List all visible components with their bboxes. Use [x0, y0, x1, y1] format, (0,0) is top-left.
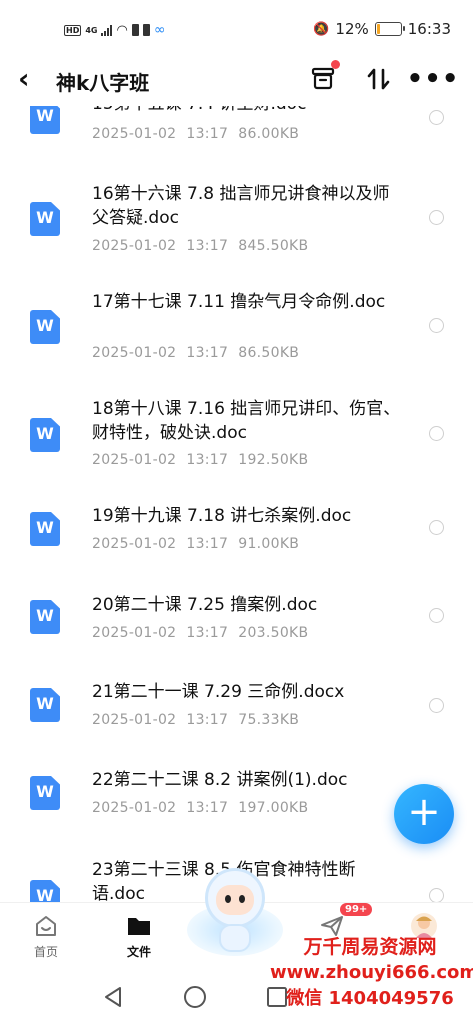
word-doc-icon: W [30, 776, 60, 810]
hd-badge: HD [64, 24, 82, 36]
select-radio[interactable] [429, 888, 444, 902]
file-name: 20第二十课 7.25 撸案例.doc [92, 595, 318, 615]
word-doc-icon: W [30, 310, 60, 344]
watermark-line-2: www.zhouyi666.com [270, 962, 473, 983]
file-meta: 2025-01-02 13:17 197.00KB [92, 800, 309, 816]
messages-badge: 99+ [340, 903, 373, 916]
select-radio[interactable] [429, 698, 444, 713]
archive-button[interactable] [306, 60, 340, 96]
nav-home[interactable]: 首页 [16, 909, 76, 960]
file-name: 17第十七课 7.11 撸杂气月令命例.doc [92, 292, 386, 312]
signal-icon [101, 24, 113, 36]
nav-home-label: 首页 [33, 945, 58, 959]
file-name: 21第二十一课 7.29 三命例.docx [92, 682, 345, 702]
file-meta: 2025-01-02 13:17 86.50KB [92, 345, 300, 361]
watermark-line-1: 万千周易资源网 [303, 936, 437, 958]
sort-button[interactable] [362, 62, 396, 96]
word-doc-icon: W [30, 600, 60, 634]
watermark: 万千周易资源网 www.zhouyi666.com 微信 1404049576 [270, 934, 473, 1012]
home-icon [36, 916, 56, 936]
word-doc-icon: W [30, 418, 60, 452]
assistant-mascot[interactable] [187, 868, 283, 960]
word-doc-icon: W [30, 688, 60, 722]
select-radio[interactable] [429, 210, 444, 225]
file-meta: 2025-01-02 13:17 203.50KB [92, 625, 309, 641]
list-item[interactable]: W 17第十七课 7.11 撸杂气月令命例.doc 2025-01-02 13:1… [0, 284, 473, 392]
sim-battery-icon-2 [142, 24, 150, 36]
nav-files-label: 文件 [126, 945, 151, 959]
file-meta: 2025-01-02 13:17 91.00KB [92, 536, 300, 552]
file-meta: 2025-01-02 13:17 192.50KB [92, 452, 309, 468]
select-radio[interactable] [429, 520, 444, 535]
status-left: HD 4G ◠ ∞ [64, 22, 166, 38]
mute-bell-icon: 🔕 [313, 21, 330, 37]
network-type: 4G [85, 25, 98, 35]
file-name: 19第十九课 7.18 讲七杀案例.doc [92, 506, 352, 526]
select-radio[interactable] [429, 608, 444, 623]
page-title: 神k八字班 [56, 71, 150, 95]
notification-dot [331, 60, 340, 69]
list-item[interactable]: W 21第二十一课 7.29 三命例.docx 2025-01-02 13:17 7… [0, 678, 473, 766]
file-name: 16第十六课 7.8 拙言师兄讲食神以及师父答疑.doc [92, 184, 390, 228]
back-icon[interactable]: ‹ [18, 64, 30, 94]
add-button[interactable]: + [394, 784, 454, 844]
word-doc-icon: W [30, 202, 60, 236]
home-circle-icon[interactable] [182, 984, 208, 1010]
file-list: W 15第十五课 7.4 讲至财.doc 2025-01-0213:1786.0… [0, 72, 473, 902]
wifi-icon: ◠ [116, 22, 128, 38]
file-name: 22第二十二课 8.2 讲案例(1).doc [92, 770, 348, 790]
file-meta: 2025-01-02 13:17 845.50KB [92, 238, 309, 254]
list-item[interactable]: W 18第十八课 7.16 拙言师兄讲印、伤官、财特性，破处诀.doc 2025… [0, 392, 473, 500]
list-item[interactable]: W 16第十六课 7.8 拙言师兄讲食神以及师父答疑.doc 2025-01-0… [0, 172, 473, 284]
file-meta: 2025-01-02 13:17 75.33KB [92, 712, 300, 728]
select-radio[interactable] [429, 110, 444, 125]
word-doc-icon: W [30, 880, 60, 902]
status-bar: HD 4G ◠ ∞ 🔕 12% 16:33 [0, 0, 473, 56]
battery-percent: 12% [335, 20, 369, 38]
folder-icon [128, 918, 150, 935]
loop-icon: ∞ [153, 22, 166, 38]
app-header: ‹ 神k八字班 ••• [0, 56, 473, 106]
select-radio[interactable] [429, 426, 444, 441]
clock: 16:33 [407, 20, 451, 38]
sim-battery-icon [131, 24, 139, 36]
list-item[interactable]: W 19第十九课 7.18 讲七杀案例.doc 2025-01-02 13:17 9… [0, 500, 473, 590]
nav-files[interactable]: 文件 [109, 909, 169, 960]
archive-icon [311, 67, 335, 90]
status-right: 🔕 12% 16:33 [313, 20, 451, 38]
more-icon[interactable]: ••• [407, 62, 459, 96]
back-triangle-icon[interactable] [100, 984, 126, 1010]
list-item[interactable]: W 20第二十课 7.25 撸案例.doc 2025-01-02 13:17 203… [0, 590, 473, 678]
watermark-line-3: 微信 1404049576 [286, 988, 454, 1009]
sort-icon [367, 68, 390, 90]
word-doc-icon: W [30, 512, 60, 546]
file-meta: 2025-01-02 13:17 86.00KB [92, 126, 300, 142]
file-name: 18第十八课 7.16 拙言师兄讲印、伤官、财特性，破处诀.doc [92, 399, 401, 443]
select-radio[interactable] [429, 318, 444, 333]
battery-icon [374, 22, 405, 36]
